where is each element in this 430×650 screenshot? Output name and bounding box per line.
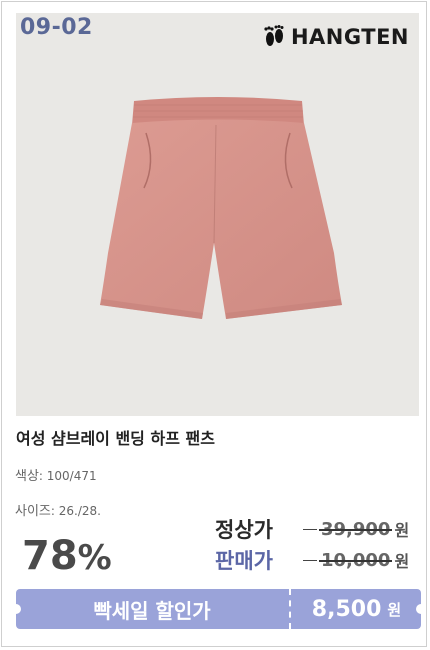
regular-price-label: 정상가 xyxy=(215,518,273,542)
regular-price-dash xyxy=(303,528,317,530)
sale-price-dash xyxy=(303,559,317,561)
sale-price-currency: 원 xyxy=(394,552,410,571)
color-label: 색상 xyxy=(15,469,39,484)
shorts-image xyxy=(100,97,342,319)
deal-label: 빡세일 할인가 xyxy=(93,598,211,623)
product-card[interactable]: 09-02 HANGTEN 여성 샴브레이 밴딩 하프 팬츠 색상: 100/4… xyxy=(1,1,427,647)
deal-bar[interactable]: 빡세일 할인가 8,500 원 xyxy=(16,589,421,629)
color-info: 색상: 100/471 xyxy=(15,465,97,484)
product-title[interactable]: 여성 샴브레이 밴딩 하프 팬츠 xyxy=(16,425,215,449)
discount-rate: 78% xyxy=(22,533,112,579)
size-label: 사이즈 xyxy=(15,504,51,519)
size-value: : 26./28. xyxy=(50,504,101,518)
regular-price-value: 39,900 xyxy=(319,518,393,540)
color-value: : 100/471 xyxy=(38,469,97,483)
deal-price-currency: 원 xyxy=(387,600,402,619)
size-info: 사이즈: 26./28. xyxy=(15,500,101,519)
ticket-notch-right xyxy=(416,604,421,614)
discount-value: 78 xyxy=(22,533,78,579)
regular-price-currency: 원 xyxy=(394,521,410,540)
sale-price-row: 판매가 10,000 원 xyxy=(215,545,409,575)
deal-price-value: 8,500 xyxy=(311,596,382,622)
product-image[interactable]: 09-02 HANGTEN xyxy=(16,13,419,416)
sale-price-value: 10,000 xyxy=(319,549,393,571)
discount-unit: % xyxy=(77,538,112,578)
deal-price: 8,500 원 xyxy=(292,589,421,629)
regular-price-row: 정상가 39,900 원 xyxy=(215,514,409,544)
sale-price-label: 판매가 xyxy=(215,549,273,573)
